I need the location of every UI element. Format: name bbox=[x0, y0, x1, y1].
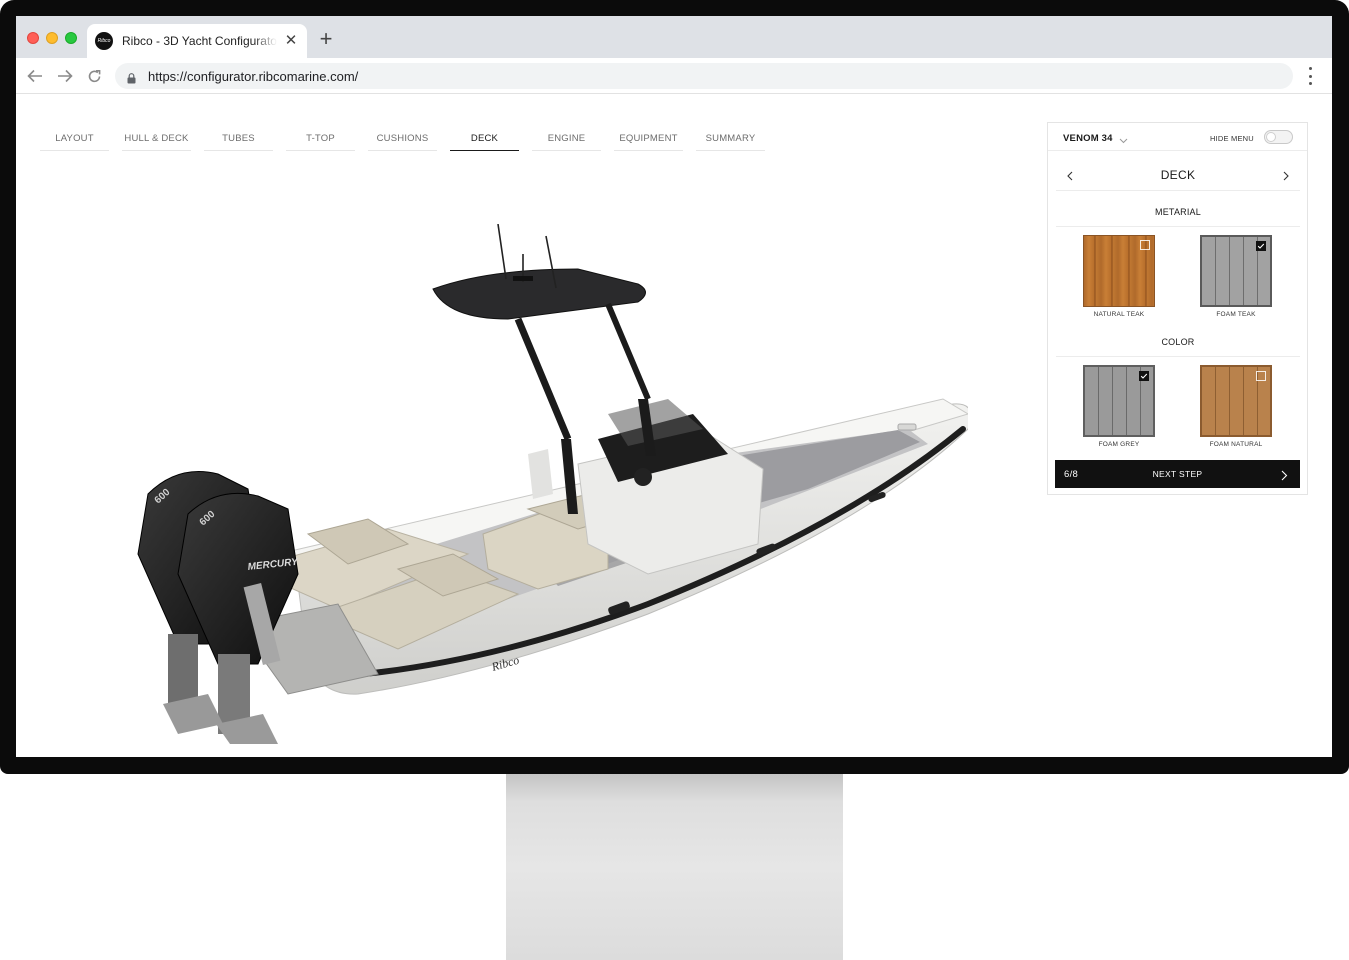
browser-tab-strip: Ribco Ribco - 3D Yacht Configurator ✕ + bbox=[16, 16, 1332, 58]
chevron-down-icon bbox=[1119, 136, 1128, 143]
forward-arrow-icon[interactable] bbox=[54, 65, 76, 87]
swatch-natural-teak[interactable] bbox=[1083, 235, 1155, 307]
tab-title: Ribco - 3D Yacht Configurator bbox=[122, 34, 277, 48]
checkmark-icon bbox=[1139, 371, 1149, 381]
model-selector[interactable]: VENOM 34 bbox=[1063, 133, 1128, 144]
next-step-label: NEXT STEP bbox=[1152, 469, 1203, 479]
tab-summary[interactable]: SUMMARY bbox=[696, 134, 765, 151]
swatch-label: FOAM GREY bbox=[1098, 441, 1140, 448]
lock-icon bbox=[127, 71, 136, 84]
browser-toolbar: https://configurator.ribcomarine.com/ bbox=[16, 58, 1332, 94]
bow-cleat bbox=[897, 423, 917, 431]
screen: Ribco Ribco - 3D Yacht Configurator ✕ + … bbox=[16, 16, 1332, 757]
tab-hull-deck[interactable]: HULL & DECK bbox=[122, 134, 191, 151]
checkmark-icon bbox=[1256, 241, 1266, 251]
hide-menu-toggle[interactable] bbox=[1264, 130, 1293, 144]
section-title: DECK bbox=[1160, 168, 1196, 182]
step-navigation: LAYOUT HULL & DECK TUBES T-TOP CUSHIONS … bbox=[40, 134, 778, 151]
ribco-favicon-icon: Ribco bbox=[95, 32, 113, 50]
tab-layout[interactable]: LAYOUT bbox=[40, 134, 109, 151]
tab-cushions[interactable]: CUSHIONS bbox=[368, 134, 437, 151]
swatch-foam-teak[interactable] bbox=[1200, 235, 1272, 307]
chevron-right-icon bbox=[1281, 468, 1291, 481]
back-arrow-icon[interactable] bbox=[24, 65, 46, 87]
tab-t-top[interactable]: T-TOP bbox=[286, 134, 355, 151]
swatch-foam-natural[interactable] bbox=[1200, 365, 1272, 437]
checkbox-icon bbox=[1256, 371, 1266, 381]
chevron-right-icon[interactable] bbox=[1279, 169, 1293, 183]
color-group-title: COLOR bbox=[1056, 337, 1300, 357]
boat-3d-viewer[interactable]: 600 600 MERCURY Ribco bbox=[108, 224, 968, 744]
next-step-button[interactable]: 6/8 NEXT STEP bbox=[1055, 460, 1300, 488]
address-bar[interactable]: https://configurator.ribcomarine.com/ bbox=[115, 63, 1293, 89]
swatch-label: FOAM NATURAL bbox=[1209, 441, 1263, 448]
monitor-bezel: Ribco Ribco - 3D Yacht Configurator ✕ + … bbox=[0, 0, 1349, 774]
section-header: DECK bbox=[1056, 163, 1300, 191]
configuration-panel: VENOM 34 HIDE MENU DECK METARIAL NATURAL… bbox=[1047, 122, 1308, 495]
plus-icon[interactable]: + bbox=[316, 28, 336, 50]
panel-header: VENOM 34 HIDE MENU bbox=[1048, 123, 1307, 151]
outboard-engines: 600 600 MERCURY bbox=[137, 471, 300, 744]
swatch-label: NATURAL TEAK bbox=[1093, 311, 1145, 318]
browser-tab[interactable]: Ribco Ribco - 3D Yacht Configurator ✕ bbox=[87, 24, 307, 58]
tab-deck[interactable]: DECK bbox=[450, 134, 519, 151]
swatch-foam-grey[interactable] bbox=[1083, 365, 1155, 437]
monitor-stand bbox=[506, 774, 843, 960]
maximize-window-button[interactable] bbox=[65, 32, 77, 44]
model-name: VENOM 34 bbox=[1063, 133, 1113, 144]
url-text: https://configurator.ribcomarine.com/ bbox=[148, 68, 359, 84]
configurator-page: LAYOUT HULL & DECK TUBES T-TOP CUSHIONS … bbox=[16, 94, 1332, 757]
close-window-button[interactable] bbox=[27, 32, 39, 44]
reload-icon[interactable] bbox=[83, 65, 105, 87]
minimize-window-button[interactable] bbox=[46, 32, 58, 44]
close-icon[interactable]: ✕ bbox=[283, 33, 299, 49]
hide-menu-label: HIDE MENU bbox=[1210, 134, 1254, 143]
tab-tubes[interactable]: TUBES bbox=[204, 134, 273, 151]
material-group-title: METARIAL bbox=[1056, 207, 1300, 227]
toggle-knob bbox=[1266, 132, 1276, 142]
tab-equipment[interactable]: EQUIPMENT bbox=[614, 134, 683, 151]
tab-engine[interactable]: ENGINE bbox=[532, 134, 601, 151]
swatch-label: FOAM TEAK bbox=[1216, 311, 1256, 318]
kebab-menu-icon[interactable] bbox=[1300, 67, 1320, 85]
checkbox-icon bbox=[1140, 240, 1150, 250]
